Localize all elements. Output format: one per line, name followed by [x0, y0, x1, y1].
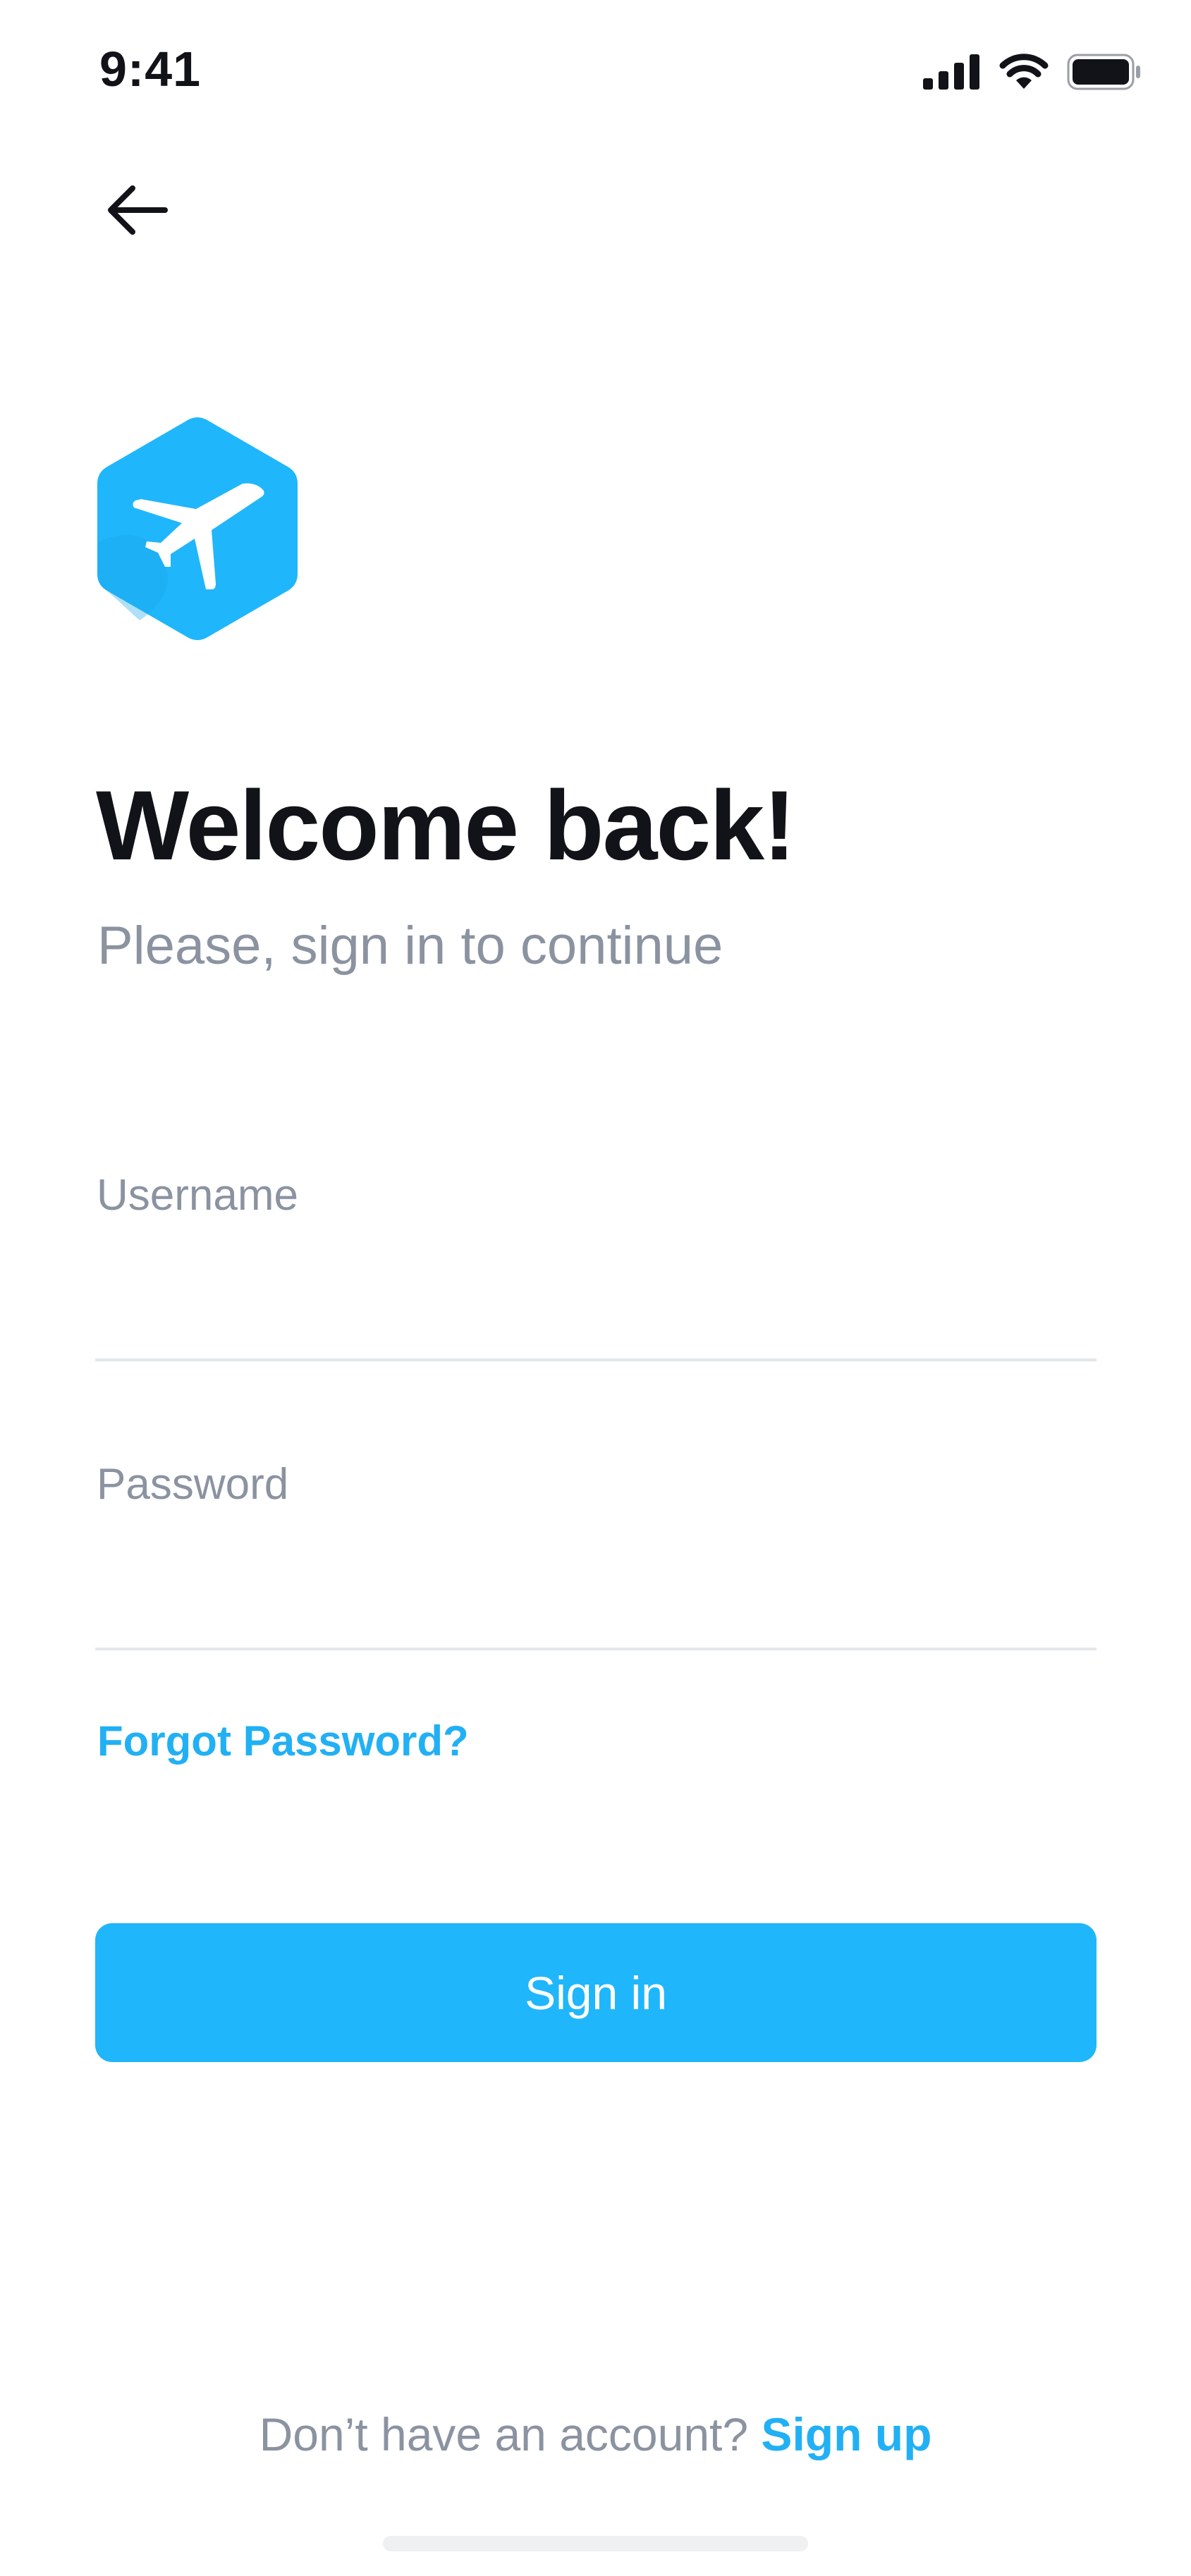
app-logo: [97, 416, 298, 642]
sign-up-prompt: Don’t have an account?: [259, 2408, 749, 2460]
username-field: Username: [95, 1170, 1099, 1368]
status-bar: 9:41: [0, 0, 1191, 141]
username-underline: [95, 1358, 1097, 1361]
sign-in-button[interactable]: Sign in: [95, 1923, 1097, 2062]
password-input[interactable]: [95, 1537, 1099, 1607]
page-subtitle: Please, sign in to continue: [97, 916, 723, 976]
wifi-icon: [999, 53, 1049, 94]
sign-up-row: Don’t have an account? Sign up: [0, 2408, 1191, 2461]
sign-up-link[interactable]: Sign up: [761, 2408, 932, 2460]
cellular-signal-icon: [923, 54, 981, 93]
page-title: Welcome back!: [96, 770, 796, 881]
home-indicator[interactable]: [383, 2536, 808, 2551]
username-label: Username: [97, 1171, 298, 1220]
forgot-password-link[interactable]: Forgot Password?: [97, 1717, 469, 1765]
password-label: Password: [97, 1460, 289, 1509]
battery-icon: [1067, 54, 1142, 94]
username-input[interactable]: [95, 1248, 1099, 1318]
sign-in-label: Sign in: [525, 1966, 667, 2019]
back-button[interactable]: [85, 159, 190, 264]
arrow-left-icon: [106, 184, 169, 240]
password-field: Password: [95, 1459, 1099, 1657]
status-icons: [923, 52, 1142, 94]
airplane-hexagon-icon: [97, 417, 298, 644]
status-time: 9:41: [99, 42, 202, 97]
password-underline: [95, 1648, 1097, 1650]
